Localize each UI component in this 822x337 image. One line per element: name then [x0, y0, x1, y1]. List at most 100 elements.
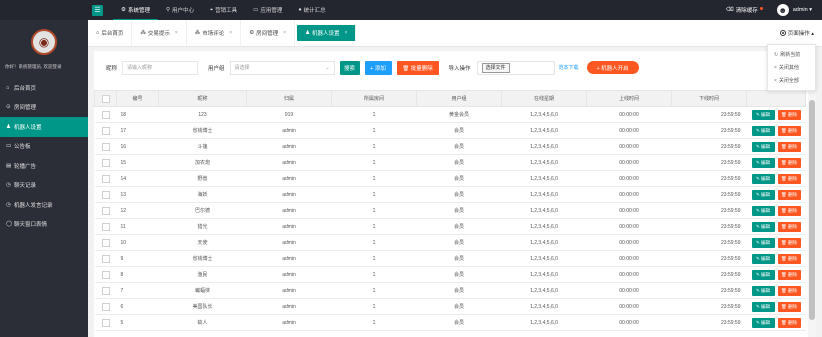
sidebar-item-home[interactable]: ⌂ 后台首页	[0, 78, 88, 98]
robot-launch-button[interactable]: + 机器人开启	[586, 61, 639, 74]
row-checkbox[interactable]	[94, 138, 117, 155]
edit-button[interactable]: ✎ 编辑	[751, 173, 775, 184]
tab-market-comments[interactable]: ⁂ 市场评论 ×	[187, 19, 242, 47]
edit-button[interactable]: ✎ 编辑	[751, 317, 775, 328]
close-icon[interactable]: ×	[345, 30, 348, 36]
group-select[interactable]: 请选择 ⌄	[229, 60, 335, 75]
batch-delete-button[interactable]: 🗑 批量删除	[396, 60, 439, 75]
clear-cache-link[interactable]: 清除缓存	[736, 6, 758, 14]
cell-group: 会员	[416, 138, 502, 155]
delete-button[interactable]: 🗑 删除	[777, 173, 801, 184]
row-checkbox[interactable]	[94, 106, 117, 123]
topnav-item-stats[interactable]: ● 统计汇总	[290, 0, 333, 20]
row-checkbox[interactable]	[94, 154, 117, 171]
sidebar-item-robot-speech-logs[interactable]: ◷ 机器人发言记录	[0, 195, 88, 215]
edit-button[interactable]: ✎ 编辑	[751, 285, 775, 296]
cell-online-time: 00:00:00	[586, 202, 672, 219]
row-checkbox[interactable]	[94, 186, 117, 203]
delete-button[interactable]: 🗑 删除	[777, 221, 801, 232]
menu-item-refresh[interactable]: ↻ 刷新当前	[768, 48, 815, 61]
topnav-item-users[interactable]: ⚲ 用户中心	[158, 0, 202, 20]
avatar[interactable]: ☻	[776, 4, 789, 16]
tab-robot-settings[interactable]: ♟ 机器人设置 ×	[297, 25, 357, 41]
page-ops-button[interactable]: 页面操作 ▴	[779, 29, 814, 37]
nickname-input[interactable]: 请输入昵称	[122, 60, 199, 75]
sidebar-item-robot-settings[interactable]: ♟ 机器人设置	[0, 117, 88, 137]
select-all-checkbox[interactable]	[94, 90, 117, 107]
row-checkbox[interactable]	[94, 234, 117, 251]
col-header-online-days[interactable]: 在线星期	[501, 90, 587, 107]
row-checkbox[interactable]	[94, 170, 117, 187]
row-checkbox[interactable]	[94, 122, 117, 139]
close-icon[interactable]: ×	[283, 30, 286, 36]
col-header-group[interactable]: 用户组	[416, 90, 502, 107]
edit-button[interactable]: ✎ 编辑	[751, 125, 775, 136]
edit-button[interactable]: ✎ 编辑	[751, 141, 775, 152]
col-header-offline-time[interactable]: 下线时间	[671, 90, 747, 107]
search-button[interactable]: 搜索	[339, 60, 360, 75]
scrollbar-thumb[interactable]	[809, 100, 815, 320]
tab-home[interactable]: ⌂ 后台首页	[88, 19, 133, 47]
delete-button[interactable]: 🗑 删除	[777, 109, 801, 120]
delete-button[interactable]: 🗑 删除	[777, 205, 801, 216]
close-icon[interactable]: ×	[229, 30, 232, 36]
row-checkbox[interactable]	[94, 250, 117, 267]
col-header-online-time[interactable]: 上线时间	[586, 90, 672, 107]
col-header-id[interactable]: 编号	[116, 90, 159, 107]
edit-button[interactable]: ✎ 编辑	[751, 269, 775, 280]
topnav-item-marketing[interactable]: ⌖ 营销工具	[202, 0, 245, 20]
sidebar-item-rooms[interactable]: ⊙ 房间管理	[0, 98, 88, 118]
row-checkbox[interactable]	[94, 298, 117, 315]
sidebar-item-carousel[interactable]: ▤ 轮播广告	[0, 156, 88, 176]
row-checkbox[interactable]	[94, 202, 117, 219]
add-button[interactable]: + 添加	[364, 60, 392, 75]
comment-icon: ⁂	[194, 30, 201, 36]
cell-online-days: 1,2,3,4,5,6,0	[501, 154, 587, 171]
choose-file-button[interactable]: 选择文件	[481, 62, 510, 73]
delete-button[interactable]: 🗑 删除	[777, 253, 801, 264]
delete-button[interactable]: 🗑 删除	[777, 269, 801, 280]
home-icon: ⌂	[96, 30, 100, 36]
tab-room-management[interactable]: ⚙ 房间管理 ×	[241, 19, 296, 47]
delete-button[interactable]: 🗑 删除	[777, 237, 801, 248]
col-header-owner[interactable]: 归属	[246, 90, 332, 107]
delete-button[interactable]: 🗑 删除	[777, 125, 801, 136]
row-checkbox[interactable]	[94, 218, 117, 235]
table-row: 9 省钱博士 admin 1 会员 1,2,3,4,5,6,0 00:00:00 23:59:…	[94, 250, 806, 267]
user-menu[interactable]: admin ▾	[793, 7, 812, 13]
file-input[interactable]: 选择文件	[476, 60, 555, 75]
edit-button[interactable]: ✎ 编辑	[751, 221, 775, 232]
tab-trade-tips[interactable]: ⁂ 交易提示 ×	[132, 19, 187, 47]
row-checkbox[interactable]	[94, 314, 117, 331]
menu-item-close-others[interactable]: × 关闭其他	[768, 61, 815, 74]
close-icon[interactable]: ×	[175, 30, 178, 36]
edit-button[interactable]: ✎ 编辑	[751, 301, 775, 312]
edit-button[interactable]: ✎ 编辑	[751, 253, 775, 264]
col-header-nickname[interactable]: 昵称	[158, 90, 247, 107]
topnav-item-system[interactable]: ⚙ 系统管理	[113, 0, 158, 20]
menu-item-close-all[interactable]: × 关闭全部	[768, 74, 815, 87]
edit-button[interactable]: ✎ 编辑	[751, 205, 775, 216]
edit-button[interactable]: ✎ 编辑	[751, 157, 775, 168]
delete-button[interactable]: 🗑 删除	[777, 189, 801, 200]
table-scrollbar[interactable]	[808, 90, 816, 337]
row-checkbox[interactable]	[94, 266, 117, 283]
col-header-room[interactable]: 所属房间	[331, 90, 417, 107]
sidebar-item-bulletin[interactable]: ▭ 公告板	[0, 137, 88, 157]
topnav-item-apps[interactable]: ▭ 应用管理	[245, 0, 290, 20]
delete-button[interactable]: 🗑 删除	[777, 301, 801, 312]
sidebar-item-chat-emoji[interactable]: ◯ 聊天窗口表情	[0, 215, 88, 235]
row-checkbox[interactable]	[94, 282, 117, 299]
delete-button[interactable]: 🗑 删除	[777, 157, 801, 168]
sidebar-item-chat-logs[interactable]: ◷ 聊天记录	[0, 176, 88, 196]
delete-button[interactable]: 🗑 删除	[777, 141, 801, 152]
template-download-link[interactable]: 范本下载	[559, 64, 579, 71]
edit-button[interactable]: ✎ 编辑	[751, 109, 775, 120]
delete-button[interactable]: 🗑 删除	[777, 285, 801, 296]
cell-room: 1	[331, 202, 417, 219]
delete-button[interactable]: 🗑 删除	[777, 317, 801, 328]
edit-button[interactable]: ✎ 编辑	[751, 237, 775, 248]
edit-button[interactable]: ✎ 编辑	[751, 189, 775, 200]
room-icon: ⊙	[6, 104, 11, 111]
menu-toggle-icon[interactable]: ☰	[92, 4, 103, 16]
